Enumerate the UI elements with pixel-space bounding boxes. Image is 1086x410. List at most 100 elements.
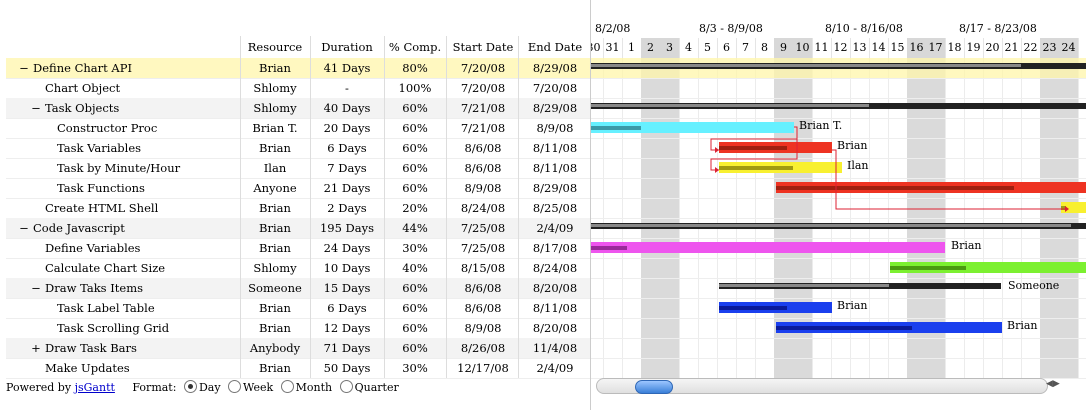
scroll-thumb[interactable] [635,380,673,394]
collapse-icon[interactable]: − [18,221,30,235]
expand-icon[interactable]: + [30,341,42,355]
table-row[interactable]: − Draw Taks Items Someone 15 Days 60% 8/6/08 8… [6,278,590,299]
task-name[interactable]: Task Variables [42,141,141,155]
task-resource: Brian [259,241,291,255]
task-name[interactable]: Constructor Proc [42,121,157,135]
task-name[interactable]: Define Variables [30,241,140,255]
task-complete: 30% [402,361,428,375]
day-header: 13 [850,38,870,58]
task-table: Resource Duration % Comp. Start Date End… [6,0,590,410]
scroll-arrows[interactable]: ◀▶ [1046,379,1076,393]
table-row[interactable]: Task Functions Anyone 21 Days 60% 8/9/08 8/29… [6,178,590,199]
task-name[interactable]: Calculate Chart Size [30,261,165,275]
table-row[interactable]: Task by Minute/Hour Ilan 7 Days 60% 8/6/08 8/… [6,158,590,179]
table-row[interactable]: Task Label Table Brian 6 Days 60% 8/6/08 8/11… [6,298,590,319]
task-bar[interactable] [719,162,842,173]
format-week-radio[interactable] [228,380,242,393]
header-end[interactable]: End Date [520,40,590,54]
jsgantt-link[interactable]: jsGantt [75,381,115,394]
chart-row: Brian [591,318,1086,339]
task-duration: 40 Days [323,101,371,115]
collapse-icon[interactable]: − [30,281,42,295]
format-day-label[interactable]: Day [199,381,221,394]
task-bar[interactable] [719,302,832,313]
powered-by-text: Powered by [6,381,72,394]
table-row[interactable]: Task Variables Brian 6 Days 60% 8/6/08 8/11/0… [6,138,590,159]
scroll-right-icon[interactable]: ▶ [1053,379,1060,389]
scroll-left-icon[interactable]: ◀ [1046,379,1053,389]
task-complete: 60% [402,321,428,335]
format-label: Format: [132,381,177,394]
horizontal-scrollbar[interactable] [596,378,1048,394]
format-quarter-radio[interactable] [339,380,353,393]
task-bar[interactable] [776,182,1086,193]
collapse-icon[interactable]: − [30,101,42,115]
table-row[interactable]: Create HTML Shell Brian 2 Days 20% 8/24/08 8/… [6,198,590,219]
format-month-label[interactable]: Month [296,381,332,394]
group-bar[interactable] [719,283,1001,289]
task-resource: Brian [259,321,291,335]
task-resource: Brian [259,141,291,155]
chart-row: Someone [591,278,1086,299]
header-resource[interactable]: Resource [242,40,308,54]
task-bar[interactable] [719,142,832,153]
task-name[interactable]: Task Scrolling Grid [42,321,169,335]
task-name[interactable]: − Task Objects [30,101,119,115]
task-name[interactable]: Make Updates [30,361,130,375]
day-header: 22 [1021,38,1041,58]
header-comp[interactable]: % Comp. [386,40,444,54]
task-name-label: Draw Taks Items [45,281,144,295]
task-resource: Brian [259,361,291,375]
header-duration[interactable]: Duration [312,40,382,54]
task-bar[interactable] [591,122,794,133]
format-week-label[interactable]: Week [243,381,273,394]
group-bar[interactable] [591,63,1086,69]
table-row[interactable]: − Task Objects Shlomy 40 Days 60% 7/21/08 8/29… [6,98,590,119]
month-label: 8/10 - 8/16/08 [825,22,903,35]
task-end: 8/11/08 [532,301,578,315]
task-bar[interactable] [776,322,1002,333]
task-name[interactable]: − Draw Taks Items [30,281,143,295]
table-row[interactable]: − Code Javascript Brian 195 Days 44% 7/25/08 2… [6,218,590,239]
table-row[interactable]: Chart Object Shlomy - 100% 7/20/08 7/20/08 [6,78,590,99]
task-name[interactable]: Task Functions [42,181,145,195]
header-start[interactable]: Start Date [448,40,518,54]
task-complete: 80% [402,61,428,75]
day-header: 19 [964,38,984,58]
month-label: 8/3 - 8/9/08 [699,22,763,35]
task-end: 11/4/08 [532,341,578,355]
task-bar[interactable] [591,242,945,253]
task-name[interactable]: + Draw Task Bars [30,341,137,355]
task-name[interactable]: Chart Object [30,81,120,95]
task-name-label: Calculate Chart Size [45,261,166,275]
format-day-radio[interactable] [183,380,197,393]
task-name[interactable]: Task Label Table [42,301,155,315]
task-name[interactable]: − Define Chart API [18,61,132,75]
task-complete: 60% [402,301,428,315]
table-row[interactable]: Make Updates Brian 50 Days 30% 12/17/08 2/4/0… [6,358,590,379]
task-name[interactable]: − Code Javascript [18,221,125,235]
format-month-radio[interactable] [280,380,294,393]
task-bar[interactable] [890,262,1086,273]
collapse-icon[interactable]: − [18,61,30,75]
task-end: 7/20/08 [532,81,578,95]
chart-row [591,78,1086,99]
task-name[interactable]: Create HTML Shell [30,201,158,215]
task-name-label: Chart Object [45,81,121,95]
table-row[interactable]: + Draw Task Bars Anybody 71 Days 60% 8/26/08 1… [6,338,590,359]
table-row[interactable]: − Define Chart API Brian 41 Days 80% 7/20/08 8… [6,58,590,79]
task-resource: Shlomy [253,101,297,115]
task-name[interactable]: Task by Minute/Hour [42,161,180,175]
task-duration: 21 Days [323,181,371,195]
task-name-label: Task by Minute/Hour [57,161,181,175]
group-bar[interactable] [591,223,1086,229]
group-bar[interactable] [591,103,1086,109]
table-row[interactable]: Calculate Chart Size Shlomy 10 Days 40% 8/15… [6,258,590,279]
task-end: 8/24/08 [532,261,578,275]
table-row[interactable]: Define Variables Brian 24 Days 30% 7/25/08 8/… [6,238,590,259]
format-quarter-label[interactable]: Quarter [355,381,399,394]
table-row[interactable]: Task Scrolling Grid Brian 12 Days 60% 8/9/08… [6,318,590,339]
task-bar[interactable] [1061,202,1086,213]
table-row[interactable]: Constructor Proc Brian T. 20 Days 60% 7/21/0… [6,118,590,139]
task-end: 8/20/08 [532,281,578,295]
